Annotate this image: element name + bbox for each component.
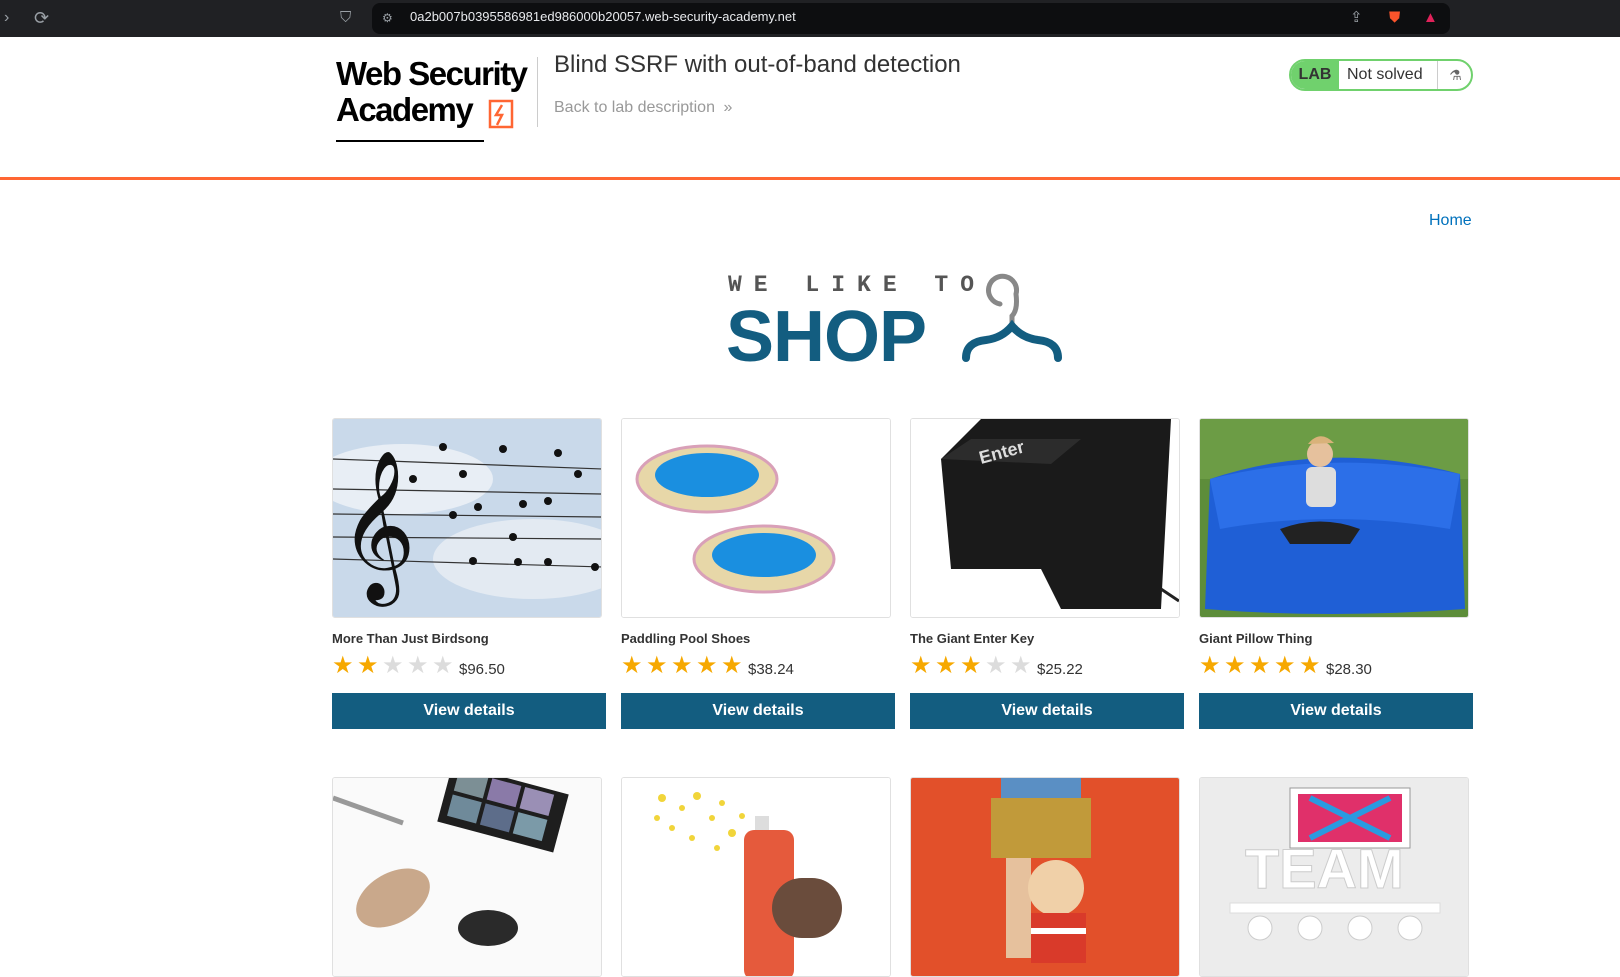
product-price: $28.30	[1326, 661, 1372, 678]
bookmark-icon[interactable]: ⛉	[340, 8, 351, 28]
team-image[interactable]: TEAM	[1199, 777, 1469, 977]
boy-toy-image[interactable]	[910, 777, 1180, 977]
rating-stars: ★ ★ ★ ★ ★	[621, 654, 746, 678]
browser-toolbar: › ⟳ ⛉ ⚙ 0a2b007b0395586981ed986000b20057…	[0, 0, 1620, 37]
flask-icon: ⚗	[1437, 61, 1471, 89]
brave-rewards-icon[interactable]: ▲	[1423, 8, 1438, 28]
product-price: $38.24	[748, 661, 794, 678]
product-name: The Giant Enter Key	[910, 631, 1035, 646]
product-name: Paddling Pool Shoes	[621, 631, 751, 646]
shop-banner: WE LIKE TO SHOP	[726, 270, 1086, 377]
double-chevron-right-icon: »	[723, 99, 733, 116]
star-filled-icon: ★	[1199, 652, 1221, 679]
star-filled-icon: ★	[721, 652, 743, 679]
lab-status-badge: LAB Not solved ⚗	[1289, 59, 1473, 91]
site-info-icon[interactable]: ⚙	[382, 8, 393, 28]
rating-stars: ★ ★ ★ ★ ★	[332, 654, 457, 678]
forward-icon[interactable]: ›	[4, 8, 9, 28]
product-name: More Than Just Birdsong	[332, 631, 489, 646]
logo-line1: Web Security	[336, 55, 528, 92]
star-empty-icon: ★	[382, 652, 404, 679]
lab-tag: LAB	[1291, 61, 1339, 89]
star-filled-icon: ★	[1249, 652, 1271, 679]
star-filled-icon: ★	[646, 652, 668, 679]
svg-text:𝄞: 𝄞	[339, 448, 416, 607]
rating-stars: ★ ★ ★ ★ ★	[1199, 654, 1324, 678]
star-empty-icon: ★	[407, 652, 429, 679]
web-security-academy-logo[interactable]: Web Security Academy	[336, 55, 536, 147]
music-birds-image[interactable]: 𝄞	[332, 418, 602, 618]
star-filled-icon: ★	[696, 652, 718, 679]
view-details-button[interactable]: View details	[1199, 693, 1473, 729]
star-filled-icon: ★	[621, 652, 643, 679]
star-filled-icon: ★	[671, 652, 693, 679]
blue-pillow-image[interactable]	[1199, 418, 1469, 618]
star-empty-icon: ★	[1010, 652, 1032, 679]
star-filled-icon: ★	[332, 652, 354, 679]
enter-key-image[interactable]: Enter	[910, 418, 1180, 618]
hanger-icon	[962, 273, 1062, 362]
star-filled-icon: ★	[1274, 652, 1296, 679]
product-name: Giant Pillow Thing	[1199, 631, 1313, 646]
rating-stars: ★ ★ ★ ★ ★	[910, 654, 1035, 678]
spray-can-image[interactable]	[621, 777, 891, 977]
banner-tagline: WE LIKE TO	[728, 272, 987, 298]
product-price: $25.22	[1037, 661, 1083, 678]
url-text[interactable]: 0a2b007b0395586981ed986000b20057.web-sec…	[410, 9, 796, 24]
back-link-label: Back to lab description	[554, 99, 715, 116]
star-filled-icon: ★	[1224, 652, 1246, 679]
lab-title: Blind SSRF with out-of-band detection	[554, 51, 961, 78]
star-filled-icon: ★	[357, 652, 379, 679]
logo-underline	[336, 140, 484, 142]
share-icon[interactable]: ⇪	[1350, 8, 1363, 28]
makeup-image[interactable]	[332, 777, 602, 977]
banner-shop-text: SHOP	[726, 297, 927, 377]
star-filled-icon: ★	[1299, 652, 1321, 679]
paddling-pools-image[interactable]	[621, 418, 891, 618]
logo-bolt-icon	[488, 99, 514, 129]
star-filled-icon: ★	[960, 652, 982, 679]
lab-header: Web Security Academy Blind SSRF with out…	[0, 37, 1620, 180]
star-empty-icon: ★	[985, 652, 1007, 679]
product-price: $96.50	[459, 661, 505, 678]
star-empty-icon: ★	[432, 652, 454, 679]
view-details-button[interactable]: View details	[332, 693, 606, 729]
star-filled-icon: ★	[935, 652, 957, 679]
star-filled-icon: ★	[910, 652, 932, 679]
home-link[interactable]: Home	[1429, 212, 1472, 230]
svg-text:TEAM: TEAM	[1245, 837, 1404, 900]
brave-shield-icon[interactable]: ⛊	[1389, 8, 1400, 28]
view-details-button[interactable]: View details	[621, 693, 895, 729]
back-to-lab-description-link[interactable]: Back to lab description »	[554, 99, 732, 117]
logo-line2: Academy	[336, 91, 474, 128]
reload-icon[interactable]: ⟳	[34, 8, 49, 28]
lab-status-text: Not solved	[1347, 66, 1423, 83]
view-details-button[interactable]: View details	[910, 693, 1184, 729]
header-divider	[537, 57, 538, 127]
